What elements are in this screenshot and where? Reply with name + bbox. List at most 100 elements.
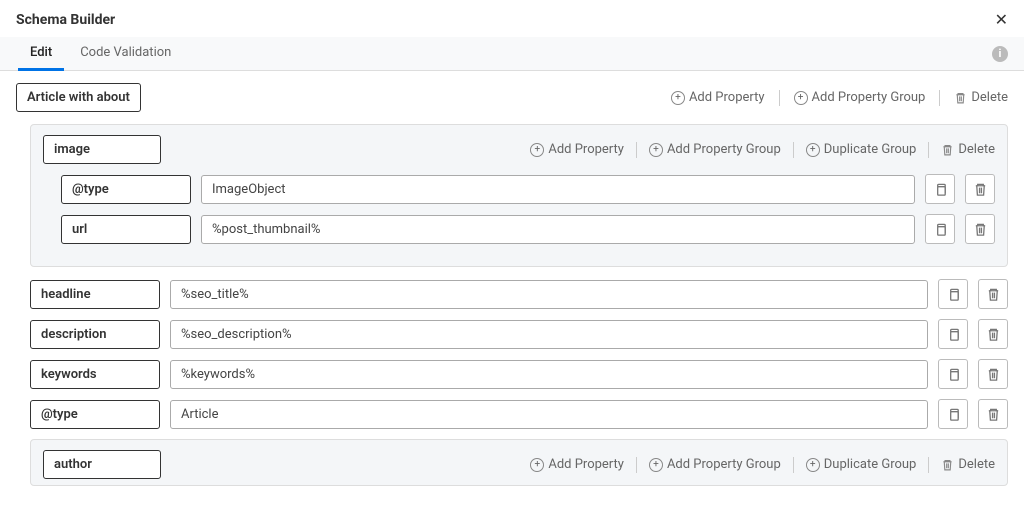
separator: [928, 142, 929, 158]
trash-icon: [986, 287, 1001, 302]
plus-icon: +: [806, 458, 820, 472]
copy-icon: [946, 287, 961, 302]
app-header: Schema Builder ✕: [0, 0, 1024, 37]
property-value-input[interactable]: %seo_description%: [170, 320, 928, 349]
property-value-input[interactable]: ImageObject: [201, 175, 915, 204]
property-value-input[interactable]: %keywords%: [170, 360, 928, 389]
property-value-input[interactable]: %seo_title%: [170, 280, 928, 309]
trash-icon: [973, 182, 988, 197]
delete-row-button[interactable]: [965, 174, 995, 204]
delete-button[interactable]: Delete: [941, 457, 995, 472]
plus-icon: +: [649, 143, 663, 157]
property-key-input[interactable]: @type: [61, 175, 191, 204]
property-key-input[interactable]: headline: [30, 280, 160, 309]
group-actions: + Add Property +Add Property Group + Dupli…: [530, 142, 995, 158]
duplicate-group-button[interactable]: + Duplicate Group: [806, 457, 917, 472]
trash-icon: [986, 407, 1001, 422]
add-property-group-button[interactable]: + Add Property Group: [794, 90, 926, 105]
plus-icon: +: [530, 458, 544, 472]
group-name-input[interactable]: image: [43, 135, 161, 164]
add-property-group-button[interactable]: + Add Property Group: [649, 457, 781, 472]
add-property-label: Add Property: [548, 457, 624, 472]
property-row: @type Article: [30, 399, 1008, 429]
property-key-input[interactable]: keywords: [30, 360, 160, 389]
trash-icon: [986, 367, 1001, 382]
root-row: Article with about + Add Property + Add Pr…: [16, 83, 1008, 112]
add-property-label: Add Property: [689, 90, 765, 105]
trash-icon: [941, 458, 954, 472]
group-name-input[interactable]: author: [43, 450, 161, 479]
property-key-input[interactable]: @type: [30, 400, 160, 429]
property-value-input[interactable]: Article: [170, 400, 928, 429]
separator: [636, 457, 637, 473]
delete-button[interactable]: Delete: [954, 90, 1008, 105]
delete-row-button[interactable]: [965, 214, 995, 244]
group-header: author + Add Property + Add Property Group…: [43, 450, 995, 479]
property-row: description %seo_description%: [30, 319, 1008, 349]
delete-row-button[interactable]: [978, 319, 1008, 349]
trash-icon: [941, 143, 954, 157]
property-group-author: author + Add Property + Add Property Group…: [30, 439, 1008, 486]
copy-icon: [933, 182, 948, 197]
close-icon[interactable]: ✕: [995, 10, 1008, 29]
root-actions: + Add Property + Add Property Group Delete: [671, 90, 1008, 106]
separator: [939, 90, 940, 106]
separator: [793, 142, 794, 158]
trash-icon: [954, 91, 967, 105]
duplicate-group-label: Duplicate Group: [824, 142, 917, 157]
plus-icon: +: [649, 458, 663, 472]
delete-label: Delete: [971, 90, 1008, 105]
property-row: url %post_thumbnail%: [61, 214, 995, 244]
property-group-image: image + Add Property +Add Property Group …: [30, 124, 1008, 267]
delete-row-button[interactable]: [978, 359, 1008, 389]
copy-button[interactable]: [938, 359, 968, 389]
property-row: @type ImageObject: [61, 174, 995, 204]
copy-button[interactable]: [938, 279, 968, 309]
add-property-button[interactable]: + Add Property: [671, 90, 765, 105]
tab-code-validation[interactable]: Code Validation: [66, 37, 185, 70]
copy-icon: [946, 327, 961, 342]
add-property-button[interactable]: + Add Property: [530, 142, 624, 157]
plus-icon: +: [794, 91, 808, 105]
delete-row-button[interactable]: [978, 279, 1008, 309]
copy-button[interactable]: [925, 214, 955, 244]
copy-icon: [946, 367, 961, 382]
delete-button[interactable]: Delete: [941, 142, 995, 157]
group-actions: + Add Property + Add Property Group + Dupli…: [530, 457, 995, 473]
root-schema-name[interactable]: Article with about: [16, 83, 141, 112]
copy-button[interactable]: [938, 399, 968, 429]
add-property-button[interactable]: + Add Property: [530, 457, 624, 472]
tab-bar: Edit Code Validation i: [0, 37, 1024, 71]
delete-label: Delete: [958, 142, 995, 157]
duplicate-group-button[interactable]: + Duplicate Group: [806, 142, 917, 157]
plus-icon: +: [806, 143, 820, 157]
delete-label: Delete: [958, 457, 995, 472]
separator: [928, 457, 929, 473]
property-key-input[interactable]: description: [30, 320, 160, 349]
separator: [779, 90, 780, 106]
trash-icon: [986, 327, 1001, 342]
duplicate-group-label: Duplicate Group: [824, 457, 917, 472]
add-property-group-button[interactable]: +Add Property Group: [649, 142, 781, 157]
plus-icon: +: [530, 143, 544, 157]
separator: [636, 142, 637, 158]
copy-icon: [946, 407, 961, 422]
property-value-input[interactable]: %post_thumbnail%: [201, 215, 915, 244]
group-header: image + Add Property +Add Property Group …: [43, 135, 995, 164]
copy-button[interactable]: [925, 174, 955, 204]
plus-icon: +: [671, 91, 685, 105]
add-property-label: Add Property: [548, 142, 624, 157]
info-icon[interactable]: i: [992, 46, 1008, 62]
add-property-group-label: Add Property Group: [667, 457, 781, 472]
trash-icon: [973, 222, 988, 237]
tab-edit[interactable]: Edit: [16, 37, 66, 70]
app-title: Schema Builder: [16, 12, 115, 28]
delete-row-button[interactable]: [978, 399, 1008, 429]
property-row: keywords %keywords%: [30, 359, 1008, 389]
property-key-input[interactable]: url: [61, 215, 191, 244]
copy-icon: [933, 222, 948, 237]
schema-content: Article with about + Add Property + Add Pr…: [0, 71, 1024, 486]
copy-button[interactable]: [938, 319, 968, 349]
add-property-group-label: Add Property Group: [812, 90, 926, 105]
property-row: headline %seo_title%: [30, 279, 1008, 309]
